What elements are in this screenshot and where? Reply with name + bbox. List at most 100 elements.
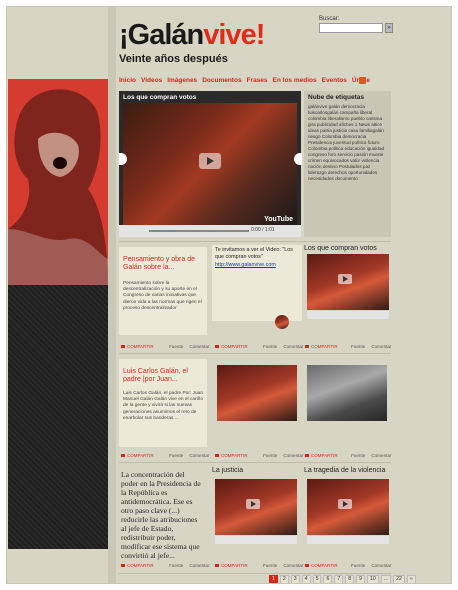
nav-item-eventos[interactable]: Eventos: [322, 77, 347, 84]
card-pensamiento-title[interactable]: Pensamiento y obra de Galán sobre la...: [123, 256, 205, 272]
comment-link[interactable]: Comentar: [283, 453, 303, 458]
video-title: Los que compran votos: [123, 94, 197, 101]
source-link[interactable]: Fuente: [169, 563, 183, 568]
page-link[interactable]: 1: [269, 575, 278, 583]
comment-link[interactable]: Comentar: [371, 344, 391, 349]
share-button[interactable]: COMPARTIR: [305, 563, 338, 568]
share-button[interactable]: COMPARTIR: [215, 344, 248, 349]
page-link[interactable]: 4: [301, 575, 311, 583]
card-meta: Fuente Comentar: [263, 563, 309, 568]
page-link[interactable]: 10: [367, 575, 379, 583]
nav-item-frases[interactable]: Frases: [247, 77, 268, 84]
card-justicia-title[interactable]: La justicia: [212, 467, 300, 475]
section-divider: [119, 462, 391, 463]
video-thumb-compran-votos[interactable]: [307, 254, 389, 310]
card-el-padre-title[interactable]: Luis Carlos Galán, el padre |por Juan...: [123, 368, 205, 384]
nav-item-en-los-medios[interactable]: En los medios: [273, 77, 317, 84]
nav-item-videos[interactable]: Videos: [141, 77, 162, 84]
card-invitation-link[interactable]: http://www.galanvive.com: [215, 262, 299, 268]
nav-item-imagenes[interactable]: Imágenes: [167, 77, 197, 84]
source-link[interactable]: Fuente: [263, 563, 277, 568]
share-button[interactable]: COMPARTIR: [121, 344, 154, 349]
card-meta: Fuente Comentar: [169, 453, 215, 458]
video-progress-bar[interactable]: [149, 230, 249, 232]
page-link[interactable]: 3: [290, 575, 300, 583]
source-link[interactable]: Fuente: [263, 344, 277, 349]
logo-main: ¡Galán: [119, 19, 204, 51]
photo-rally-bw[interactable]: [307, 365, 387, 421]
carousel-next-button[interactable]: [294, 153, 302, 165]
video-controls[interactable]: 0:00 / 1:01: [119, 225, 301, 237]
next-page-button[interactable]: »: [406, 575, 416, 583]
search-input[interactable]: [319, 23, 383, 33]
comment-link[interactable]: Comentar: [371, 453, 391, 458]
source-link[interactable]: Fuente: [351, 344, 365, 349]
search-label: Buscar:: [319, 16, 340, 22]
section-divider: [119, 353, 391, 354]
share-button[interactable]: COMPARTIR: [215, 453, 248, 458]
card-invitation-text: Te invitamos a ver el Video: "Los que co…: [215, 247, 293, 260]
play-icon[interactable]: [199, 153, 221, 169]
rss-icon[interactable]: [359, 77, 366, 84]
card-meta: Fuente Comentar: [263, 453, 309, 458]
featured-video[interactable]: Los que compran votos YouTube 0:00 / 1:0…: [119, 91, 301, 237]
site-logo[interactable]: ¡Galánvive!: [119, 19, 265, 51]
card-meta: Fuente Comentar: [263, 344, 309, 349]
comment-link[interactable]: Comentar: [283, 563, 303, 568]
pagination: 1 2 3 4 5 6 7 8 9 10 ... 22 »: [269, 575, 416, 583]
page-link[interactable]: 6: [323, 575, 333, 583]
card-meta: Fuente Comentar: [351, 344, 397, 349]
section-divider: [119, 241, 391, 242]
page-link[interactable]: 5: [312, 575, 322, 583]
source-link[interactable]: Fuente: [169, 344, 183, 349]
page-link[interactable]: 22: [393, 575, 405, 583]
section-divider: [119, 573, 391, 574]
page-link[interactable]: 2: [279, 575, 289, 583]
video-controls[interactable]: [307, 536, 389, 544]
quote-concentracion-poder[interactable]: La concentración del poder en la Preside…: [121, 470, 203, 560]
card-meta: Fuente Comentar: [351, 563, 397, 568]
source-link[interactable]: Fuente: [351, 453, 365, 458]
comment-link[interactable]: Comentar: [189, 453, 209, 458]
portrait-silhouette: [8, 89, 108, 289]
card-meta: Fuente Comentar: [169, 563, 215, 568]
card-violencia-title[interactable]: La tragedia de la violencia: [304, 467, 392, 475]
share-button[interactable]: COMPARTIR: [121, 563, 154, 568]
tag-cloud-list[interactable]: galánvive galán democracia luiscarlosgal…: [308, 104, 387, 182]
tag-cloud-title: Nube de etiquetas: [308, 94, 364, 101]
page-link[interactable]: 7: [334, 575, 344, 583]
comment-link[interactable]: Comentar: [371, 563, 391, 568]
video-time: 0:00 / 1:01: [251, 227, 275, 233]
card-pensamiento-body: Pensamiento sobre la descentralización y…: [123, 281, 202, 311]
source-link[interactable]: Fuente: [263, 453, 277, 458]
page-link[interactable]: 9: [356, 575, 366, 583]
main-nav: Inicio Videos Imágenes Documentos Frases…: [119, 77, 370, 84]
share-button[interactable]: COMPARTIR: [305, 344, 338, 349]
share-button[interactable]: COMPARTIR: [305, 453, 338, 458]
comment-link[interactable]: Comentar: [283, 344, 303, 349]
play-icon[interactable]: [246, 499, 261, 510]
share-button[interactable]: COMPARTIR: [215, 563, 248, 568]
source-link[interactable]: Fuente: [351, 563, 365, 568]
nav-item-inicio[interactable]: Inicio: [119, 77, 136, 84]
page-ellipsis: ...: [380, 575, 392, 583]
share-button[interactable]: COMPARTIR: [121, 453, 154, 458]
source-link[interactable]: Fuente: [169, 453, 183, 458]
video-thumb-violencia[interactable]: [307, 479, 389, 535]
search-button[interactable]: »: [385, 23, 393, 33]
logo-accent: vive!: [203, 19, 265, 51]
video-controls[interactable]: [307, 311, 389, 319]
comment-link[interactable]: Comentar: [189, 563, 209, 568]
video-controls[interactable]: [215, 536, 297, 544]
page-link[interactable]: 8: [345, 575, 355, 583]
play-icon[interactable]: [338, 499, 353, 510]
site-tagline: Veinte años después: [119, 53, 228, 65]
photo-rally-color[interactable]: [217, 365, 297, 421]
play-icon[interactable]: [338, 274, 353, 285]
nav-item-documentos[interactable]: Documentos: [202, 77, 241, 84]
video-thumb-justicia[interactable]: [215, 479, 297, 535]
video-frame[interactable]: YouTube: [123, 103, 297, 225]
card-compran-votos-title[interactable]: Los que compran votos: [304, 245, 392, 253]
column-divider: [108, 7, 116, 583]
comment-link[interactable]: Comentar: [189, 344, 209, 349]
